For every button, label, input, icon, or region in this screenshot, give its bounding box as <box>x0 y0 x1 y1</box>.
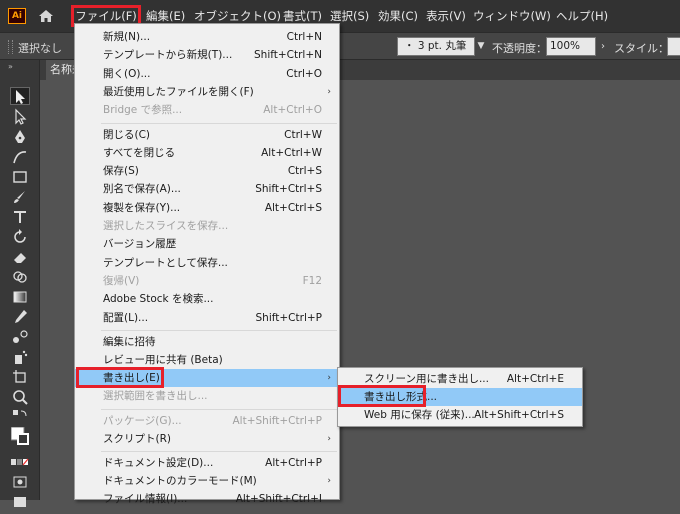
menu-item-save[interactable]: 保存(S) Ctrl+S <box>75 162 339 180</box>
type-tool-icon[interactable] <box>11 208 31 226</box>
menu-window[interactable]: ウィンドウ(W) <box>470 7 554 25</box>
export-as-callout-highlight <box>338 385 426 407</box>
brush-definition-field[interactable]: ・ 3 pt. 丸筆 <box>397 37 475 56</box>
menu-item-scripts[interactable]: スクリプト(R) › <box>75 430 339 448</box>
swap-fill-stroke-icon[interactable] <box>11 408 31 426</box>
style-swatch[interactable] <box>667 37 680 56</box>
menu-item-version-history[interactable]: バージョン履歴 <box>75 235 339 253</box>
shape-builder-tool-icon[interactable] <box>11 268 31 286</box>
panel-grip-icon[interactable] <box>8 40 13 54</box>
menu-help[interactable]: ヘルプ(H) <box>553 7 611 25</box>
menu-item-document-color-mode[interactable]: ドキュメントのカラーモード(M) › <box>75 472 339 490</box>
paintbrush-tool-icon[interactable] <box>11 188 31 206</box>
style-label: スタイル： <box>614 42 669 55</box>
selection-status: 選択なし <box>18 42 62 55</box>
draw-mode-icon[interactable] <box>11 473 31 491</box>
selection-tool-icon[interactable] <box>10 87 30 105</box>
rectangle-tool-icon[interactable] <box>11 168 31 186</box>
menu-item-new[interactable]: 新規(N)... Ctrl+N <box>75 28 339 46</box>
menu-item-file-info[interactable]: ファイル情報(I)... Alt+Shift+Ctrl+I <box>75 490 339 508</box>
menu-item-package: パッケージ(G)... Alt+Shift+Ctrl+P <box>103 415 322 427</box>
direct-selection-tool-icon[interactable] <box>11 108 31 126</box>
chevron-right-icon[interactable]: › <box>597 37 609 56</box>
rotate-tool-icon[interactable] <box>11 228 31 246</box>
menu-view[interactable]: 表示(V) <box>423 7 469 25</box>
chevron-right-icon: › <box>327 87 331 97</box>
menu-item-open-recent[interactable]: 最近使用したファイルを開く(F) › <box>75 83 339 101</box>
chevron-right-icon: › <box>327 373 331 383</box>
gradient-tool-icon[interactable] <box>11 288 31 306</box>
pen-tool-icon[interactable] <box>11 128 31 146</box>
menu-item-browse-bridge: Bridge で参照... Alt+Ctrl+O <box>103 104 322 116</box>
menu-item-place[interactable]: 配置(L)... Shift+Ctrl+P <box>75 309 339 327</box>
color-mode-icons[interactable] <box>11 453 31 471</box>
file-menu-dropdown: 新規(N)... Ctrl+N テンプレートから新規(T)... Shift+Ctr… <box>74 23 340 505</box>
menu-item-close[interactable]: 閉じる(C) Ctrl+W <box>75 126 339 144</box>
eyedropper-tool-icon[interactable] <box>11 308 31 326</box>
menu-item-close-all[interactable]: すべてを閉じる Alt+Ctrl+W <box>75 144 339 162</box>
menu-separator <box>101 123 337 124</box>
tools-panel: » <box>0 60 40 507</box>
curvature-tool-icon[interactable] <box>11 148 31 166</box>
menu-item-new-from-template[interactable]: テンプレートから新規(T)... Shift+Ctrl+N <box>75 46 339 64</box>
symbol-sprayer-tool-icon[interactable] <box>11 348 31 366</box>
menu-item-export-selection: 選択範囲を書き出し... <box>103 390 208 402</box>
menu-separator <box>101 330 337 331</box>
menu-item-save-as[interactable]: 別名で保存(A)... Shift+Ctrl+S <box>75 180 339 198</box>
opacity-label: 不透明度： <box>492 42 547 55</box>
menu-separator <box>101 451 337 452</box>
chevron-right-icon: › <box>327 476 331 486</box>
menu-item-document-setup[interactable]: ドキュメント設定(D)... Alt+Ctrl+P <box>75 454 339 472</box>
menu-item-save-copy[interactable]: 複製を保存(Y)... Alt+Ctrl+S <box>75 199 339 217</box>
home-icon[interactable] <box>38 9 54 23</box>
menu-item-save-for-web[interactable]: Web 用に保存 (従来)... Alt+Shift+Ctrl+S <box>338 406 582 424</box>
illustrator-logo-icon: Ai <box>8 8 26 24</box>
menu-item-revert: 復帰(V) F12 <box>103 275 322 287</box>
collapse-icon[interactable]: » <box>8 62 13 71</box>
chevron-down-icon[interactable]: ▼ <box>475 37 487 56</box>
zoom-tool-icon[interactable] <box>11 388 31 406</box>
menu-item-open[interactable]: 開く(O)... Ctrl+O <box>75 65 339 83</box>
screen-mode-icon[interactable] <box>11 493 31 511</box>
eraser-tool-icon[interactable] <box>11 248 31 266</box>
fill-stroke-swatch[interactable] <box>10 426 31 445</box>
menu-effect[interactable]: 効果(C) <box>375 7 421 25</box>
menu-item-save-slices: 選択したスライスを保存... <box>103 220 229 232</box>
export-callout-highlight <box>76 367 164 388</box>
blend-tool-icon[interactable] <box>11 328 31 346</box>
menu-item-invite-to-edit[interactable]: 編集に招待 <box>75 333 339 351</box>
opacity-input[interactable]: 100% <box>546 37 596 56</box>
chevron-right-icon: › <box>327 434 331 444</box>
menu-item-search-adobe-stock[interactable]: Adobe Stock を検索... <box>75 290 339 308</box>
menu-item-save-as-template[interactable]: テンプレートとして保存... <box>75 254 339 272</box>
menu-separator <box>101 409 337 410</box>
artboard-tool-icon[interactable] <box>11 368 31 386</box>
